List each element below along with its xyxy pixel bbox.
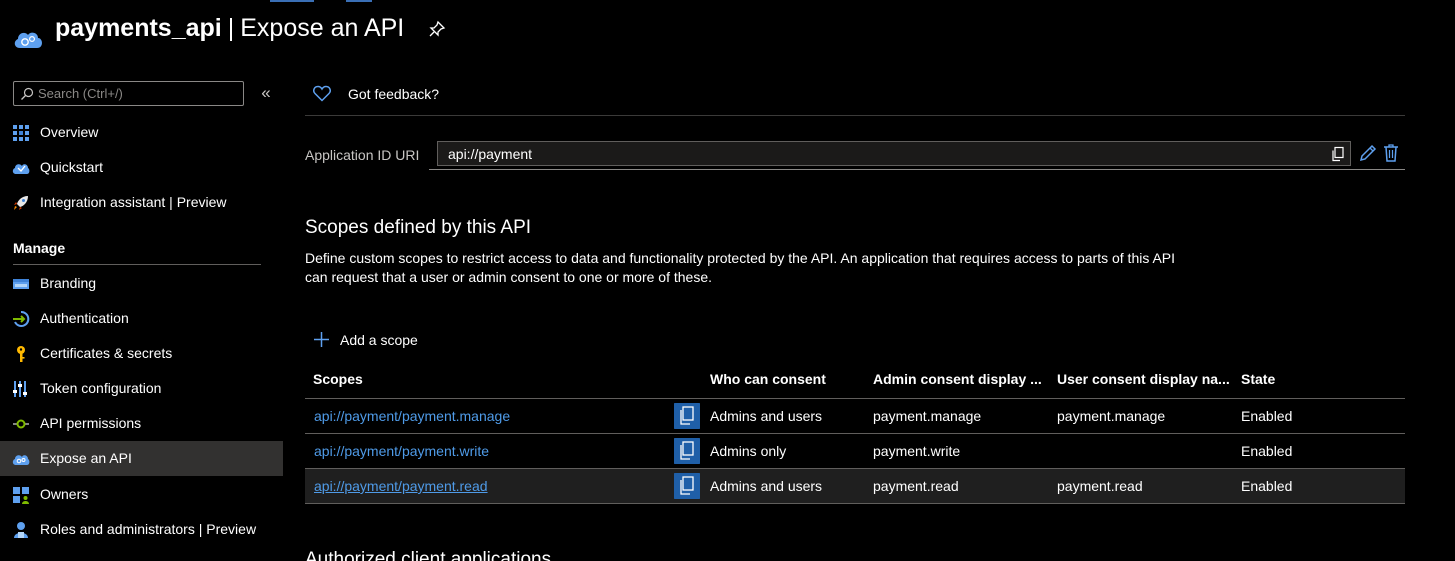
- scope-link[interactable]: api://payment/payment.read: [314, 478, 488, 494]
- title-separator: |: [227, 14, 235, 42]
- quickstart-cloud-icon: [12, 164, 30, 174]
- app-id-uri-field: api://payment: [437, 141, 1351, 166]
- state-cell: Enabled: [1241, 478, 1293, 494]
- sidebar-item-expose-an-api[interactable]: Expose an API: [0, 441, 283, 476]
- table-row[interactable]: api://payment/payment.write Admins only …: [305, 434, 1405, 469]
- owners-icon: [13, 487, 29, 504]
- roles-icon: [14, 522, 28, 538]
- sidebar-item-label: Quickstart: [40, 159, 104, 175]
- sidebar-item-branding[interactable]: Branding: [0, 266, 283, 301]
- key-icon: [17, 346, 25, 362]
- sidebar-item-label: Branding: [40, 275, 97, 291]
- scope-link[interactable]: api://payment/payment.write: [314, 443, 489, 459]
- search-box[interactable]: [13, 81, 244, 106]
- app-id-uri-label: Application ID URI: [305, 147, 420, 163]
- manage-section-header: Manage: [13, 240, 66, 256]
- table-row[interactable]: api://payment/payment.read Admins and us…: [305, 469, 1405, 504]
- who-can-consent-cell: Admins and users: [710, 478, 823, 494]
- column-header-user-consent[interactable]: User consent display na...: [1057, 371, 1230, 387]
- sidebar-item-overview[interactable]: Overview: [0, 115, 283, 150]
- sidebar-item-label: Certificates & secrets: [40, 345, 173, 361]
- user-consent-cell: payment.manage: [1057, 408, 1166, 424]
- page-header: payments_api | Expose an API: [0, 0, 1455, 60]
- authorized-clients-title: Authorized client applications: [305, 549, 552, 561]
- scopes-description: Define custom scopes to restrict access …: [305, 250, 1176, 285]
- sidebar-item-label: Expose an API: [40, 450, 132, 466]
- page-title: payments_api | Expose an API: [55, 12, 404, 44]
- blade-name: Expose an API: [240, 14, 405, 42]
- main-content: Got feedback? Application ID URI api://p…: [305, 70, 1455, 561]
- column-header-state[interactable]: State: [1241, 371, 1275, 387]
- sidebar-item-label: Token configuration: [40, 380, 162, 396]
- api-permissions-icon: [13, 419, 29, 429]
- resource-name: payments_api: [55, 14, 222, 42]
- section-divider: [13, 264, 261, 265]
- sidebar-item-label: Roles and administrators | Preview: [40, 521, 257, 537]
- sidebar-item-label: Overview: [40, 124, 99, 140]
- toolbar-divider: [305, 115, 1405, 116]
- sidebar-item-roles-administrators[interactable]: Roles and administrators | Preview: [0, 512, 283, 547]
- scope-link[interactable]: api://payment/payment.manage: [314, 408, 510, 424]
- who-can-consent-cell: Admins and users: [710, 408, 823, 424]
- sidebar-item-token-configuration[interactable]: Token configuration: [0, 371, 283, 406]
- plus-icon: [314, 332, 329, 347]
- app-id-underline: [429, 169, 1405, 170]
- sidebar-item-api-permissions[interactable]: API permissions: [0, 406, 283, 441]
- copy-to-clipboard-icon[interactable]: [674, 473, 700, 499]
- copy-to-clipboard-icon[interactable]: [674, 403, 700, 429]
- sidebar: « Overview Quickstart Integration assist…: [0, 70, 284, 561]
- app-id-uri-value: api://payment: [448, 146, 533, 162]
- edit-pencil-icon[interactable]: [1358, 143, 1378, 163]
- app-registration-cloud-icon: [14, 32, 42, 48]
- feedback-label: Got feedback?: [348, 86, 440, 102]
- state-cell: Enabled: [1241, 443, 1293, 459]
- search-input[interactable]: [38, 84, 238, 103]
- sidebar-item-label: Owners: [40, 486, 89, 502]
- admin-consent-cell: payment.write: [873, 443, 961, 459]
- admin-consent-cell: payment.read: [873, 478, 959, 494]
- search-icon: [21, 87, 34, 100]
- column-header-who-can-consent[interactable]: Who can consent: [710, 371, 826, 387]
- copy-icon[interactable]: [1330, 146, 1346, 162]
- admin-consent-cell: payment.manage: [873, 408, 982, 424]
- delete-trash-icon[interactable]: [1381, 143, 1401, 163]
- scopes-section-title: Scopes defined by this API: [305, 217, 532, 238]
- sidebar-item-integration-assistant[interactable]: Integration assistant | Preview: [0, 185, 283, 220]
- table-row[interactable]: api://payment/payment.manage Admins and …: [305, 399, 1405, 434]
- rocket-icon: [14, 196, 28, 210]
- sidebar-item-quickstart[interactable]: Quickstart: [0, 150, 283, 185]
- user-consent-cell: payment.read: [1057, 478, 1143, 494]
- copy-to-clipboard-icon[interactable]: [674, 438, 700, 464]
- branding-icon: [13, 279, 29, 289]
- expose-api-cloud-icon: [12, 455, 30, 465]
- who-can-consent-cell: Admins only: [710, 443, 787, 459]
- column-header-scopes[interactable]: Scopes: [313, 371, 363, 387]
- sidebar-item-owners[interactable]: Owners: [0, 477, 283, 512]
- overview-grid-icon: [13, 125, 29, 141]
- add-scope-label: Add a scope: [340, 332, 418, 348]
- authentication-icon: [13, 310, 30, 327]
- heart-icon: [313, 85, 331, 102]
- sidebar-item-label: Authentication: [40, 310, 129, 326]
- sidebar-item-label: Integration assistant | Preview: [40, 194, 227, 210]
- sidebar-item-certificates-secrets[interactable]: Certificates & secrets: [0, 336, 283, 371]
- sidebar-item-authentication[interactable]: Authentication: [0, 301, 283, 336]
- state-cell: Enabled: [1241, 408, 1293, 424]
- sidebar-item-label: API permissions: [40, 415, 142, 431]
- column-header-admin-consent[interactable]: Admin consent display ...: [873, 371, 1042, 387]
- pin-icon[interactable]: [428, 20, 446, 38]
- token-bars-icon: [13, 381, 27, 397]
- collapse-sidebar-button[interactable]: «: [258, 84, 274, 102]
